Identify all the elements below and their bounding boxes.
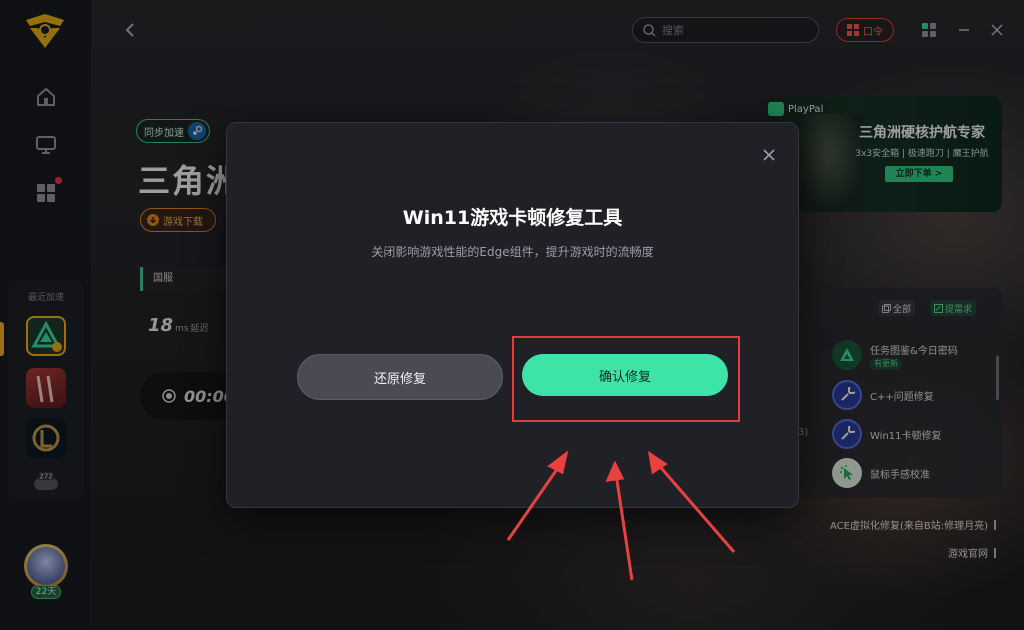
- app-window: 最近加速 272 22天 口令 同步加速: [0, 0, 1024, 630]
- dialog-close-button[interactable]: [762, 147, 778, 163]
- highlight-box: [512, 336, 740, 422]
- dialog-description: 关闭影响游戏性能的Edge组件，提升游戏时的流畅度: [371, 245, 654, 259]
- restore-fix-button[interactable]: 还原修复: [297, 354, 503, 400]
- dialog-title: Win11游戏卡顿修复工具: [402, 207, 623, 229]
- close-icon: [763, 149, 775, 161]
- pointer-arrows-icon: [506, 450, 736, 581]
